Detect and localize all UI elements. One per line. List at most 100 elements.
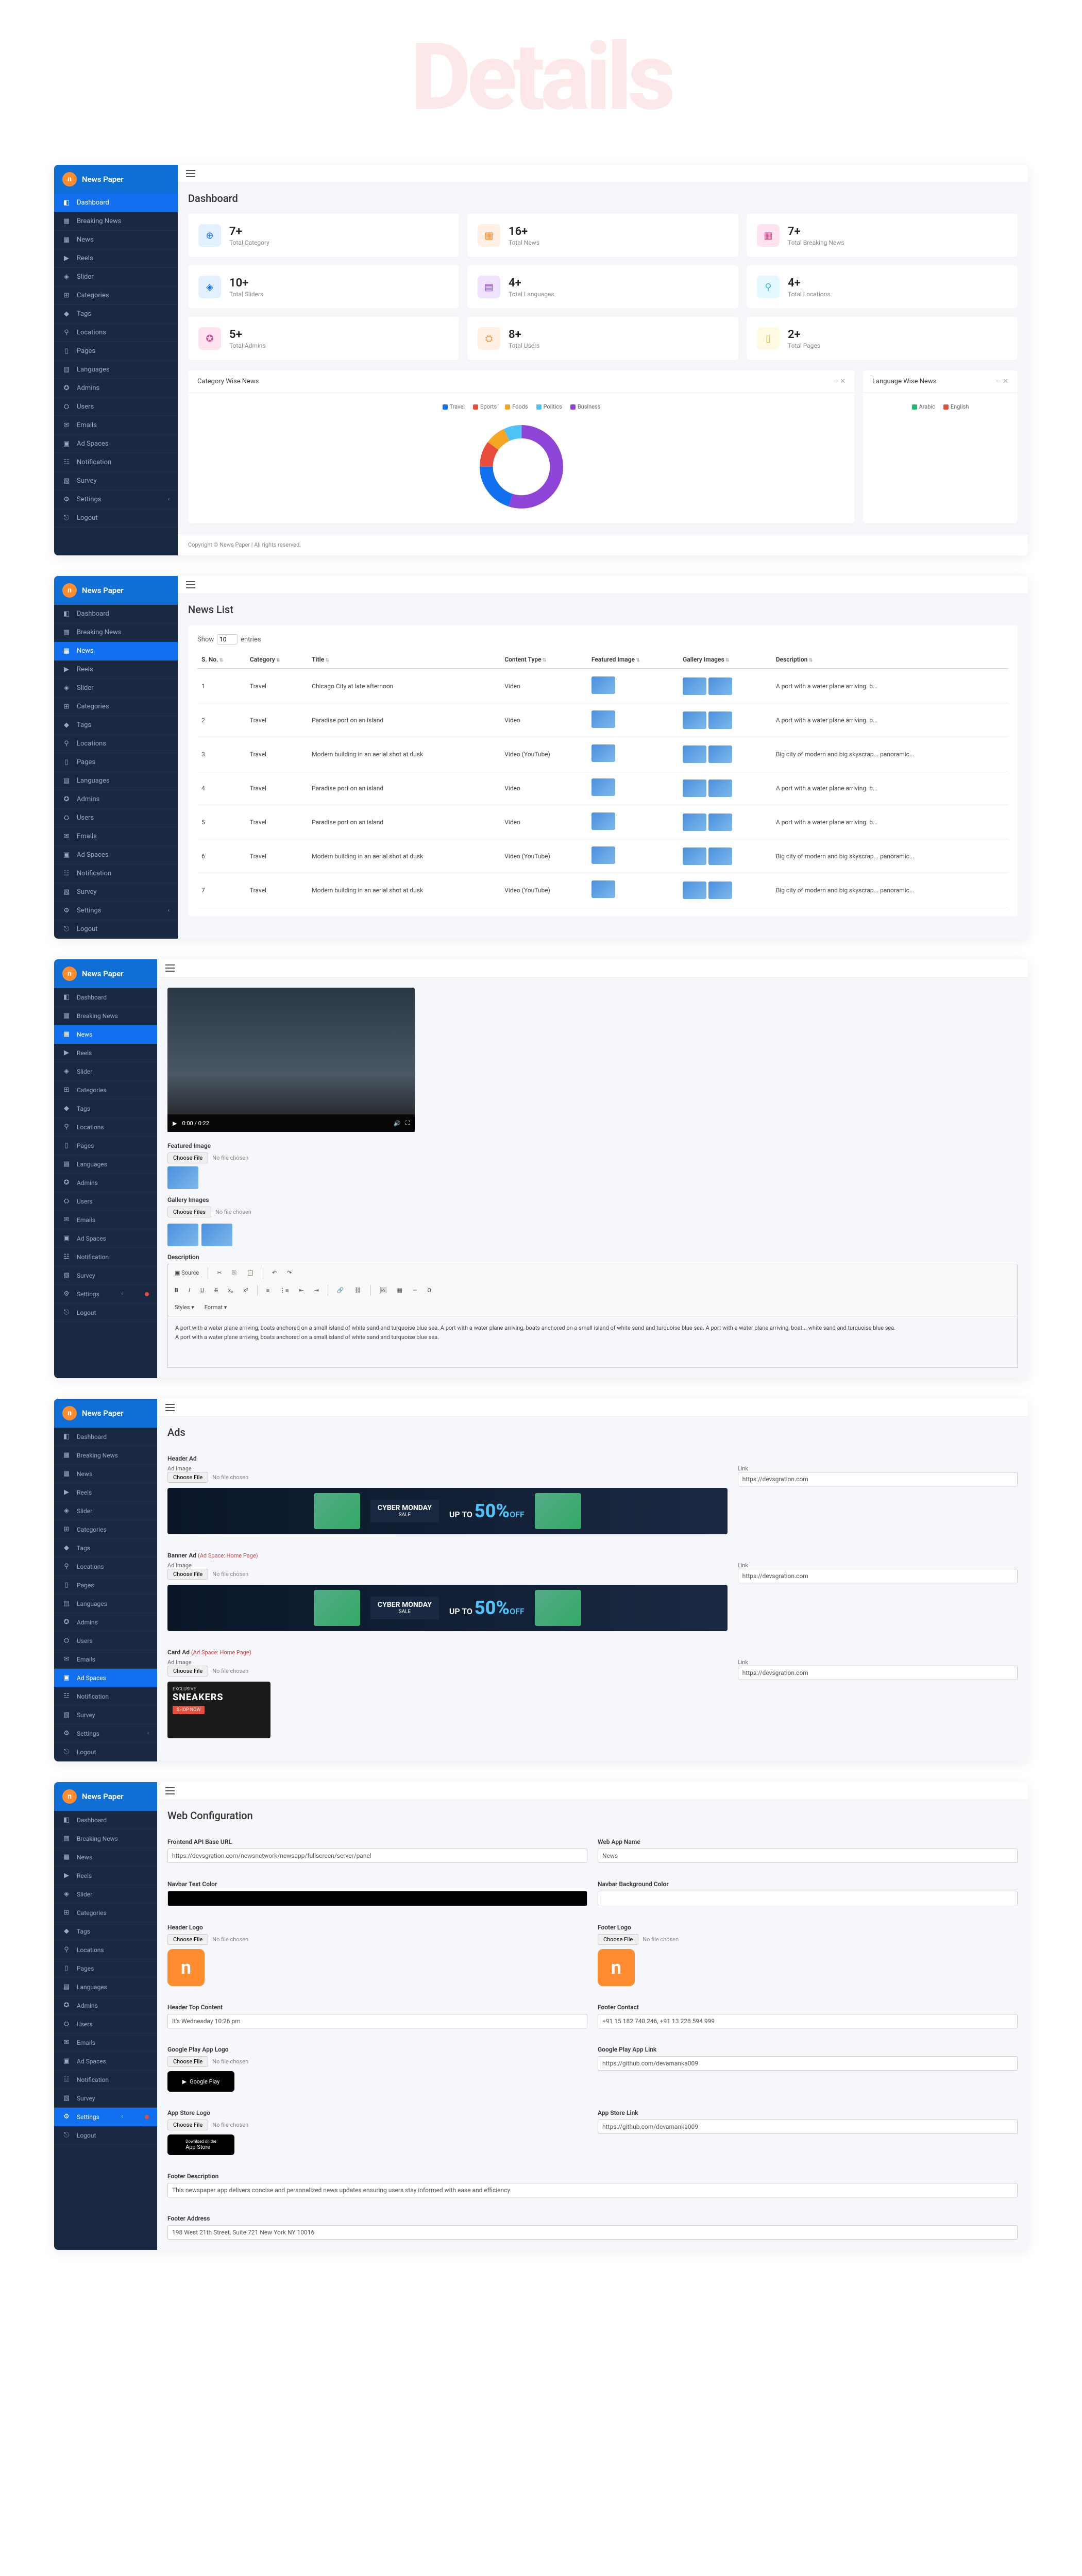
editor-body[interactable]: A port with a water plane arriving, boat… bbox=[167, 1316, 1018, 1368]
file-input[interactable]: Choose File No file chosen bbox=[167, 1569, 728, 1580]
sidebar-item-tags[interactable]: ◆Tags bbox=[54, 1922, 157, 1941]
sidebar-item-breaking[interactable]: ▦Breaking News bbox=[54, 1829, 157, 1848]
file-input[interactable]: Choose FileNo file chosen bbox=[167, 2120, 587, 2130]
sidebar-item-slider[interactable]: ◈Slider bbox=[54, 1885, 157, 1904]
sidebar-item-settings[interactable]: ⚙Settings‹ bbox=[54, 902, 178, 920]
sidebar-item-logout[interactable]: ⎋Logout bbox=[54, 1743, 157, 1761]
sidebar-item-admins[interactable]: ✪Admins bbox=[54, 1996, 157, 2015]
hamburger-icon[interactable] bbox=[165, 964, 175, 972]
sidebar-item-logout[interactable]: ⎋Logout bbox=[54, 920, 178, 939]
navbar-text-color[interactable] bbox=[167, 1891, 587, 1906]
underline-button[interactable]: U bbox=[197, 1285, 208, 1296]
sidebar-item-admins[interactable]: ✪Admins bbox=[54, 379, 178, 398]
sidebar-item-dashboard[interactable]: ◧Dashboard bbox=[54, 988, 157, 1007]
sidebar-item-pages[interactable]: ▯Pages bbox=[54, 753, 178, 772]
sidebar-item-pages[interactable]: ▯Pages bbox=[54, 1137, 157, 1155]
sidebar-item-admins[interactable]: ✪Admins bbox=[54, 1174, 157, 1192]
sidebar-item-dashboard[interactable]: ◧Dashboard bbox=[54, 1811, 157, 1829]
sidebar-item-slider[interactable]: ◈Slider bbox=[54, 1502, 157, 1520]
sidebar-item-breaking[interactable]: ▦Breaking News bbox=[54, 212, 178, 231]
sidebar-item-dashboard[interactable]: ◧Dashboard bbox=[54, 194, 178, 212]
sidebar-item-languages[interactable]: ▤Languages bbox=[54, 361, 178, 379]
sidebar-item-notification[interactable]: ☳Notification bbox=[54, 1687, 157, 1706]
hamburger-icon[interactable] bbox=[186, 170, 195, 177]
sidebar-item-admins[interactable]: ✪Admins bbox=[54, 790, 178, 809]
table-header[interactable]: S. No. bbox=[197, 651, 246, 669]
sidebar-item-languages[interactable]: ▤Languages bbox=[54, 1595, 157, 1613]
file-input[interactable]: Choose File No file chosen bbox=[167, 1472, 728, 1483]
file-input[interactable]: Choose FileNo file chosen bbox=[167, 2056, 587, 2067]
sidebar-item-news[interactable]: ▦News bbox=[54, 1465, 157, 1483]
entries-input[interactable] bbox=[217, 634, 238, 645]
sidebar-item-locations[interactable]: ⚲Locations bbox=[54, 735, 178, 753]
italic-button[interactable]: I bbox=[185, 1285, 194, 1296]
footer-desc-input[interactable] bbox=[167, 2183, 1018, 2197]
sidebar-item-emails[interactable]: ✉Emails bbox=[54, 1650, 157, 1669]
gallery-file-input[interactable]: Choose Files No file chosen bbox=[167, 1207, 1018, 1217]
superscript-button[interactable]: x² bbox=[240, 1285, 252, 1296]
sidebar-item-tags[interactable]: ◆Tags bbox=[54, 1099, 157, 1118]
sidebar-item-breaking[interactable]: ▦Breaking News bbox=[54, 1007, 157, 1025]
sidebar-item-settings[interactable]: ⚙Settings‹ bbox=[54, 490, 178, 509]
table-header[interactable]: Content Type bbox=[500, 651, 587, 669]
sidebar-item-users[interactable]: ⛭Users bbox=[54, 809, 178, 827]
api-url-input[interactable] bbox=[167, 1849, 587, 1863]
footer-contact-input[interactable] bbox=[598, 2014, 1018, 2028]
sidebar-item-categories[interactable]: ⊞Categories bbox=[54, 1904, 157, 1922]
sidebar-item-slider[interactable]: ◈Slider bbox=[54, 268, 178, 286]
subscript-button[interactable]: x₂ bbox=[225, 1285, 237, 1296]
sidebar-item-users[interactable]: ⛭Users bbox=[54, 2015, 157, 2033]
sidebar-item-locations[interactable]: ⚲Locations bbox=[54, 1118, 157, 1137]
sidebar-item-logout[interactable]: ⎋Logout bbox=[54, 1303, 157, 1322]
sidebar-item-locations[interactable]: ⚲Locations bbox=[54, 1941, 157, 1959]
chart-actions[interactable]: — ✕ bbox=[996, 378, 1008, 385]
redo-button[interactable]: ↷ bbox=[283, 1267, 295, 1279]
ul-button[interactable]: ⋮≡ bbox=[276, 1285, 292, 1296]
choose-file-button[interactable]: Choose File bbox=[167, 1569, 208, 1580]
paste-button[interactable]: 📋 bbox=[243, 1267, 258, 1279]
sidebar-item-settings[interactable]: ⚙Settings‹ bbox=[54, 2108, 157, 2126]
sidebar-item-news[interactable]: ▦News bbox=[54, 1025, 157, 1044]
sidebar-item-adspaces[interactable]: ▣Ad Spaces bbox=[54, 435, 178, 453]
sidebar-item-adspaces[interactable]: ▣Ad Spaces bbox=[54, 2052, 157, 2071]
choose-file-button[interactable]: Choose File bbox=[167, 1666, 208, 1676]
sidebar-item-emails[interactable]: ✉Emails bbox=[54, 1211, 157, 1229]
image-button[interactable]: 🖼 bbox=[376, 1285, 391, 1296]
table-header[interactable]: Featured Image bbox=[587, 651, 679, 669]
sidebar-item-categories[interactable]: ⊞Categories bbox=[54, 1081, 157, 1099]
table-header[interactable]: Category bbox=[246, 651, 308, 669]
sidebar-item-tags[interactable]: ◆Tags bbox=[54, 716, 178, 735]
link-input[interactable] bbox=[738, 1472, 1018, 1486]
choose-file-button[interactable]: Choose File bbox=[167, 1472, 208, 1483]
sidebar-item-users[interactable]: ⛭Users bbox=[54, 1632, 157, 1650]
sidebar-item-emails[interactable]: ✉Emails bbox=[54, 827, 178, 846]
format-dropdown[interactable]: Format ▾ bbox=[201, 1302, 230, 1313]
sidebar-item-pages[interactable]: ▯Pages bbox=[54, 1576, 157, 1595]
undo-button[interactable]: ↶ bbox=[268, 1267, 280, 1279]
sidebar-item-pages[interactable]: ▯Pages bbox=[54, 1959, 157, 1978]
outdent-button[interactable]: ⇤ bbox=[295, 1285, 307, 1296]
sidebar-item-languages[interactable]: ▤Languages bbox=[54, 772, 178, 790]
choose-file-button[interactable]: Choose File bbox=[167, 1934, 208, 1945]
sidebar-item-adspaces[interactable]: ▣Ad Spaces bbox=[54, 1229, 157, 1248]
sidebar-item-notification[interactable]: ☳Notification bbox=[54, 453, 178, 472]
hr-button[interactable]: ― bbox=[409, 1285, 421, 1296]
strike-button[interactable]: S bbox=[211, 1285, 222, 1296]
header-top-input[interactable] bbox=[167, 2014, 587, 2028]
source-button[interactable]: ▣ Source bbox=[171, 1267, 202, 1279]
bold-button[interactable]: B bbox=[171, 1285, 182, 1296]
indent-button[interactable]: ⇥ bbox=[311, 1285, 323, 1296]
sidebar-item-survey[interactable]: ▧Survey bbox=[54, 2089, 157, 2108]
sidebar-item-users[interactable]: ⛭Users bbox=[54, 398, 178, 416]
sidebar-item-languages[interactable]: ▤Languages bbox=[54, 1155, 157, 1174]
cut-button[interactable]: ✂ bbox=[213, 1267, 225, 1279]
appstore-link-input[interactable] bbox=[598, 2120, 1018, 2134]
sidebar-item-admins[interactable]: ✪Admins bbox=[54, 1613, 157, 1632]
sidebar-item-languages[interactable]: ▤Languages bbox=[54, 1978, 157, 1996]
sidebar-item-settings[interactable]: ⚙Settings‹ bbox=[54, 1724, 157, 1743]
sidebar-item-slider[interactable]: ◈Slider bbox=[54, 679, 178, 698]
sidebar-item-locations[interactable]: ⚲Locations bbox=[54, 1557, 157, 1576]
copy-button[interactable]: ⎘ bbox=[228, 1267, 240, 1279]
sidebar-item-dashboard[interactable]: ◧Dashboard bbox=[54, 1428, 157, 1446]
sidebar-item-tags[interactable]: ◆Tags bbox=[54, 1539, 157, 1557]
